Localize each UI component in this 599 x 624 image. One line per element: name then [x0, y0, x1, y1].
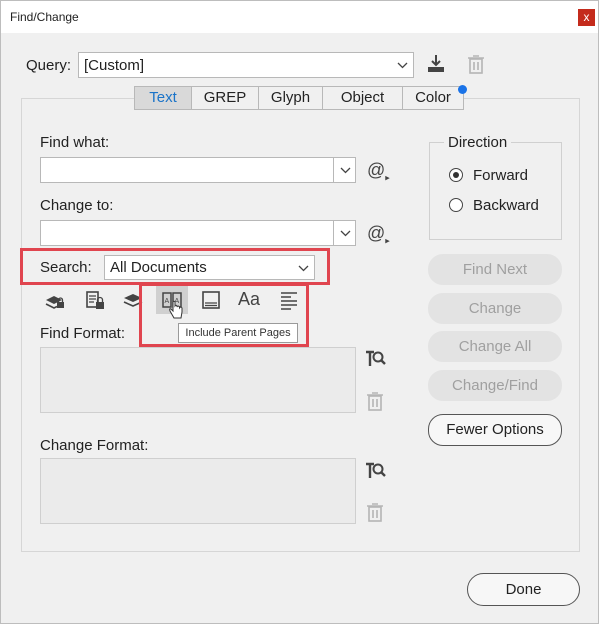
- find-special-characters-icon[interactable]: @▸: [367, 160, 390, 184]
- find-format-label: Find Format:: [40, 325, 126, 342]
- notification-dot: [458, 85, 467, 94]
- tab-grep[interactable]: GREP: [192, 86, 259, 110]
- done-button[interactable]: Done: [467, 573, 580, 606]
- delete-query-icon[interactable]: [465, 53, 487, 75]
- find-special-characters-glyph: @: [367, 160, 386, 180]
- find-format-box[interactable]: [40, 347, 356, 413]
- change-to-input[interactable]: [40, 220, 356, 246]
- radio-forward[interactable]: [449, 168, 463, 182]
- change-format-label: Change Format:: [40, 437, 149, 454]
- radio-backward-label[interactable]: Backward: [473, 197, 539, 214]
- find-change-dialog: Find/Change x Query: [Custom] Text GREP …: [0, 0, 599, 624]
- tooltip: Include Parent Pages: [178, 323, 298, 343]
- change-special-characters-icon[interactable]: @▸: [367, 223, 390, 247]
- radio-forward-label[interactable]: Forward: [473, 167, 528, 184]
- include-locked-layers-icon[interactable]: [44, 289, 66, 311]
- find-what-input[interactable]: [40, 157, 356, 183]
- clear-find-format-icon[interactable]: [364, 390, 386, 412]
- hand-cursor-icon: [169, 300, 183, 319]
- chevron-down-icon[interactable]: [333, 221, 355, 245]
- clear-change-format-icon[interactable]: [364, 501, 386, 523]
- query-dropdown[interactable]: [Custom]: [78, 52, 414, 78]
- query-label: Query:: [26, 57, 72, 74]
- change-all-button[interactable]: Change All: [428, 331, 562, 362]
- find-what-label: Find what:: [40, 134, 110, 151]
- direction-group: [429, 142, 562, 240]
- chevron-down-icon: [391, 53, 413, 77]
- find-next-button[interactable]: Find Next: [428, 254, 562, 285]
- change-find-button[interactable]: Change/Find: [428, 370, 562, 401]
- close-button[interactable]: x: [578, 9, 595, 26]
- change-to-label: Change to:: [40, 197, 114, 214]
- tab-glyph[interactable]: Glyph: [259, 86, 323, 110]
- search-highlight-box: [20, 248, 330, 285]
- fewer-options-button[interactable]: Fewer Options: [428, 414, 562, 446]
- tab-text[interactable]: Text: [134, 86, 192, 110]
- specify-find-format-icon[interactable]: [364, 347, 386, 369]
- search-mode-tabs: Text GREP Glyph Object Color: [134, 86, 464, 110]
- title-bar: Find/Change x: [1, 1, 598, 33]
- change-special-characters-glyph: @: [367, 223, 386, 243]
- specify-change-format-icon[interactable]: [364, 459, 386, 481]
- change-format-box[interactable]: [40, 458, 356, 524]
- change-button[interactable]: Change: [428, 293, 562, 324]
- save-query-icon[interactable]: [425, 53, 447, 75]
- window-title: Find/Change: [10, 10, 79, 24]
- direction-title: Direction: [444, 134, 512, 151]
- radio-backward[interactable]: [449, 198, 463, 212]
- chevron-down-icon[interactable]: [333, 158, 355, 182]
- query-value: [Custom]: [84, 57, 145, 74]
- include-locked-stories-icon[interactable]: [84, 289, 106, 311]
- tab-object[interactable]: Object: [323, 86, 403, 110]
- tab-color[interactable]: Color: [403, 86, 464, 110]
